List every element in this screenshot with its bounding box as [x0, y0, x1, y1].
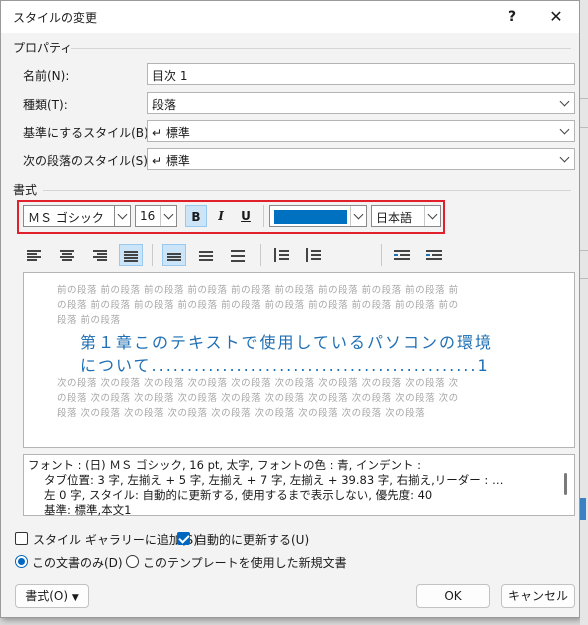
format-menu-button[interactable]: 書式(O) ▼	[15, 584, 89, 608]
auto-update-label[interactable]: 自動的に更新する(U)	[195, 531, 309, 548]
font-color-combo[interactable]	[269, 205, 367, 227]
name-input[interactable]: 目次 1	[147, 63, 575, 85]
chevron-down-icon[interactable]	[556, 121, 574, 141]
new-documents-label[interactable]: このテンプレートを使用した新規文書	[143, 554, 347, 571]
edge-accent	[580, 498, 586, 520]
preview-next-paragraph: 段落 次の段落 次の段落 次の段落 次の段落 次の段落 次の段落 次の段落 次の…	[57, 408, 426, 419]
decrease-indent-icon[interactable]	[390, 244, 414, 266]
preview-next-paragraph: 次の段落 次の段落 次の段落 次の段落 次の段落 次の段落 次の段落 次の段落 …	[57, 378, 459, 389]
chevron-down-icon[interactable]	[350, 206, 366, 226]
toolbar-divider	[381, 244, 382, 266]
chevron-down-icon[interactable]	[424, 206, 440, 226]
one-half-spacing-icon[interactable]	[194, 244, 218, 266]
close-button[interactable]: ✕	[541, 5, 571, 29]
format-menu-label: 書式(O)	[25, 589, 69, 603]
format-divider	[43, 190, 571, 191]
font-color-swatch	[274, 210, 347, 224]
language-value: 日本語	[376, 211, 413, 225]
edge-line	[580, 250, 588, 251]
next-style-label: 次の段落のスタイル(S):	[23, 154, 153, 168]
new-documents-radio[interactable]	[126, 555, 139, 568]
style-description: フォント : (日) ＭＳ ゴシック, 16 pt, 太字, フォントの色 : …	[23, 454, 575, 517]
modify-style-dialog: スタイルの変更 ? ✕ プロパティ 名前(N): 目次 1 種類(T): 段落 …	[0, 0, 580, 618]
type-select[interactable]: 段落	[147, 92, 575, 114]
chevron-down-icon[interactable]	[556, 93, 574, 113]
properties-section-label: プロパティ	[13, 41, 73, 55]
help-button[interactable]: ?	[498, 5, 526, 29]
align-center-icon[interactable]	[55, 244, 79, 266]
type-label: 種類(T):	[23, 98, 68, 112]
italic-button[interactable]: I	[210, 205, 232, 227]
auto-update-checkbox[interactable]	[177, 532, 190, 545]
single-spacing-icon[interactable]	[162, 244, 186, 266]
background-window-edge	[580, 0, 588, 625]
add-to-gallery-label[interactable]: スタイル ギャラリーに追加(S)	[33, 531, 198, 548]
description-line: 左 0 字, スタイル: 自動的に更新する, 使用するまで表示しない, 優先度:…	[44, 488, 433, 502]
preview-previous-paragraph: の段落 前の段落 前の段落 前の段落 前の段落 前の段落 前の段落 前の段落 前…	[57, 300, 459, 311]
chevron-down-icon[interactable]	[114, 206, 130, 226]
edge-line	[580, 98, 588, 99]
preview-previous-paragraph: 前の段落 前の段落 前の段落 前の段落 前の段落 前の段落 前の段落 前の段落 …	[57, 285, 459, 296]
increase-indent-icon[interactable]	[422, 244, 446, 266]
this-document-only-radio[interactable]	[15, 555, 28, 568]
bold-button[interactable]: B	[185, 205, 207, 227]
font-name-combo[interactable]: ＭＳ ゴシック	[23, 205, 131, 227]
type-value: 段落	[152, 98, 177, 112]
description-line: タブ位置: 3 字, 左揃え + 5 字, 左揃え + 7 字, 左揃え + 3…	[44, 473, 504, 487]
based-on-select[interactable]: ↵ 標準	[147, 120, 575, 142]
caret-down-icon: ▼	[71, 593, 79, 603]
toolbar-divider	[152, 244, 153, 266]
dialog-title: スタイルの変更	[13, 11, 98, 25]
based-on-value: ↵ 標準	[152, 126, 190, 140]
next-style-value: ↵ 標準	[152, 154, 190, 168]
format-section-label: 書式	[13, 183, 38, 197]
font-size-value: 16	[140, 209, 156, 223]
this-document-only-label[interactable]: この文書のみ(D)	[32, 554, 123, 571]
align-right-icon[interactable]	[87, 244, 111, 266]
preview-heading-line2: について....................................…	[80, 356, 490, 375]
description-scrollbar[interactable]	[564, 473, 567, 495]
double-spacing-icon[interactable]	[226, 244, 250, 266]
based-on-label: 基準にするスタイル(B):	[23, 126, 153, 140]
name-label: 名前(N):	[23, 69, 70, 83]
toolbar-divider	[263, 205, 264, 227]
add-to-gallery-checkbox[interactable]	[15, 532, 28, 545]
edge-line	[580, 127, 588, 128]
description-line: フォント : (日) ＭＳ ゴシック, 16 pt, 太字, フォントの色 : …	[28, 458, 422, 472]
align-left-icon[interactable]	[23, 244, 47, 266]
preview-heading-line1: 第１章このテキストで使用しているパソコンの環境	[80, 333, 494, 352]
language-combo[interactable]: 日本語	[371, 205, 441, 227]
space-before-icon[interactable]	[269, 244, 293, 266]
toolbar-divider	[260, 244, 261, 266]
preview-next-paragraph: の段落 次の段落 次の段落 次の段落 次の段落 次の段落 次の段落 次の段落 次…	[57, 393, 459, 404]
chevron-down-icon[interactable]	[556, 149, 574, 169]
properties-divider	[71, 48, 571, 49]
cancel-button[interactable]: キャンセル	[501, 584, 575, 608]
preview-previous-paragraph: 段落 前の段落	[57, 315, 121, 326]
name-value: 目次 1	[152, 69, 188, 83]
title-bar: スタイルの変更 ? ✕	[1, 1, 579, 33]
space-after-icon[interactable]	[301, 244, 325, 266]
description-line: 基準: 標準,本文1	[44, 503, 132, 517]
chevron-down-icon[interactable]	[160, 206, 176, 226]
font-size-combo[interactable]: 16	[135, 205, 177, 227]
ok-button[interactable]: OK	[416, 584, 490, 608]
edge-line	[580, 278, 588, 279]
style-preview: 前の段落 前の段落 前の段落 前の段落 前の段落 前の段落 前の段落 前の段落 …	[23, 272, 575, 448]
font-name-value: ＭＳ ゴシック	[28, 211, 104, 225]
underline-button[interactable]: U	[235, 205, 257, 227]
next-style-select[interactable]: ↵ 標準	[147, 148, 575, 170]
justify-icon[interactable]	[119, 244, 143, 266]
